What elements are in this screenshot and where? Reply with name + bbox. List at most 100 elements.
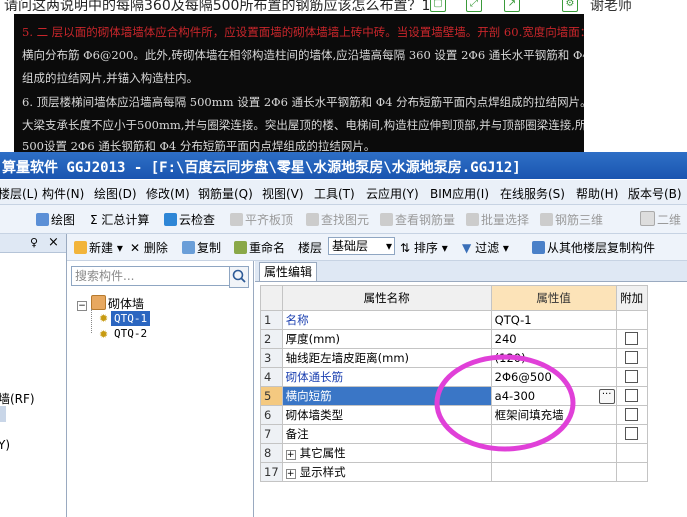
doc-line: 大梁支承长度不应小于500mm,并与圈梁连接。突出屋顶的楼、电梯间,构造柱应伸到…: [22, 118, 584, 132]
menu-version[interactable]: 版本号(B): [628, 185, 682, 202]
table-row[interactable]: 2 厚度(mm) 240: [260, 329, 648, 349]
extra-cell: [615, 443, 648, 463]
extra-checkbox[interactable]: [624, 427, 638, 440]
settings-icon[interactable]: ⚙: [562, 0, 578, 12]
close-icon[interactable]: ×: [48, 235, 59, 250]
component-tree-panel: 搜索构件... − 砌体墙 QTQ-1 ✹ QTQ-2 ✹: [67, 261, 254, 517]
left-panel-item[interactable]: Y): [0, 438, 10, 452]
value-column-header: 属性值: [490, 285, 617, 311]
extra-checkbox[interactable]: [624, 370, 638, 383]
menu-bar: 楼层(L) 构件(N) 绘图(D) 修改(M) 钢筋量(Q) 视图(V) 工具(…: [0, 180, 687, 205]
property-name: 厚度(mm): [281, 329, 492, 349]
cloud-check-icon: [164, 213, 177, 226]
menu-modify[interactable]: 修改(M): [146, 185, 190, 202]
property-name: 名称: [281, 310, 492, 330]
window-title-bar[interactable]: 算量软件 GGJ2013 - [F:\百度云同步盘\零星\水源地泵房\水源地泵房…: [0, 152, 687, 179]
find-element-button[interactable]: 查找图元: [306, 211, 369, 228]
batch-select-icon: [466, 213, 479, 226]
name-column-header: 属性名称: [281, 285, 492, 311]
menu-draw[interactable]: 绘图(D): [94, 185, 137, 202]
extra-checkbox[interactable]: [624, 351, 638, 364]
wall-icon: [91, 295, 106, 310]
tree-item[interactable]: QTQ-2: [114, 327, 147, 340]
property-group[interactable]: + 显示样式: [281, 462, 492, 482]
delete-button[interactable]: ✕ 删除: [130, 239, 168, 256]
expand-icon[interactable]: +: [285, 469, 296, 479]
menu-online[interactable]: 在线服务(S): [500, 185, 565, 202]
extra-cell: [615, 386, 648, 406]
extra-column-header: 附加: [615, 285, 648, 311]
gear-icon: ✹: [99, 312, 109, 325]
left-panel-header: ♀ ×: [0, 234, 66, 253]
table-row-group[interactable]: 17 + 显示样式: [260, 462, 648, 482]
copy-from-floor-icon: [532, 241, 545, 254]
new-button[interactable]: 新建 ▾: [74, 239, 123, 256]
expand-icon[interactable]: +: [285, 450, 296, 460]
menu-bim[interactable]: BIM应用(I): [430, 185, 489, 202]
cloud-check-button[interactable]: 云检查: [164, 211, 215, 228]
rebar-3d-icon: [540, 213, 553, 226]
copy-from-floor-button[interactable]: 从其他楼层复制构件: [532, 239, 655, 256]
view-rebar-button[interactable]: 查看钢筋量: [380, 211, 455, 228]
menu-floor[interactable]: 楼层(L): [0, 185, 38, 202]
doc-line: 6. 顶层楼梯间墙体应沿墙高每隔 500mm 设置 2Φ6 通长水平钢筋和 Φ4…: [22, 95, 584, 109]
property-value[interactable]: QTQ-1: [490, 310, 617, 330]
extra-cell: [615, 310, 648, 330]
rebar-3d-button[interactable]: 钢筋三维: [540, 211, 603, 228]
extra-cell: [615, 405, 648, 425]
menu-rebar[interactable]: 钢筋量(Q): [198, 185, 253, 202]
left-panel-selection: [0, 406, 6, 422]
view-2d-dropdown[interactable]: 二维: [640, 211, 681, 228]
gear-icon: ✹: [99, 328, 109, 341]
table-row[interactable]: 1 名称 QTQ-1: [260, 310, 648, 330]
flat-board-icon: [230, 213, 243, 226]
menu-help[interactable]: 帮助(H): [576, 185, 618, 202]
batch-select-button[interactable]: 批量选择: [466, 211, 529, 228]
delete-icon: ✕: [130, 241, 141, 255]
tree-connector: [91, 309, 93, 333]
menu-cloud[interactable]: 云应用(Y): [366, 185, 419, 202]
new-icon: [74, 241, 87, 254]
doc-line: 组成的拉结网片,并锚入构造柱内。: [22, 71, 199, 85]
tree-root[interactable]: − 砌体墙: [77, 295, 144, 312]
extra-checkbox[interactable]: [624, 332, 638, 345]
sort-button[interactable]: ⇅ 排序 ▾: [400, 239, 448, 256]
share-icon[interactable]: ↗: [504, 0, 520, 12]
draw-button[interactable]: 绘图: [36, 211, 75, 228]
copy-button[interactable]: 复制: [182, 239, 221, 256]
question-text: 请问这两说明中的每隔360及每隔500所布置的钢筋应该怎么布置？1: [4, 0, 431, 14]
copy-icon[interactable]: ▢: [430, 0, 446, 12]
floor-select[interactable]: 基础层 ▾: [328, 237, 395, 255]
doc-line: 横向分布筋 Φ6@200。此外,砖砌体墙在相邻构造柱间的墙体,应沿墙高每隔 36…: [22, 48, 584, 62]
menu-view[interactable]: 视图(V): [262, 185, 304, 202]
floor-label: 楼层: [298, 241, 323, 255]
rename-button[interactable]: 重命名: [234, 239, 285, 256]
extra-checkbox[interactable]: [624, 389, 638, 402]
search-button[interactable]: [229, 266, 249, 288]
main-toolbar: 绘图 Σ 汇总计算 云检查 平齐板顶 查找图元 查看钢筋量 批量选择 钢筋三维 …: [0, 205, 687, 234]
ellipsis-button[interactable]: ···: [598, 388, 615, 404]
tree-item-selected[interactable]: QTQ-1: [111, 311, 151, 326]
question-bar: 请问这两说明中的每隔360及每隔500所布置的钢筋应该怎么布置？1 ▢ ⤢ ↗ …: [0, 0, 687, 14]
left-docked-panel: ♀ × 墙(RF) Y): [0, 234, 67, 517]
find-icon: [306, 213, 319, 226]
search-input[interactable]: 搜索构件...: [71, 266, 232, 286]
collapse-icon[interactable]: −: [77, 301, 87, 311]
view-2d-icon: [640, 211, 655, 226]
tab-property-edit[interactable]: 属性编辑: [259, 262, 318, 281]
filter-icon: ▼: [462, 241, 472, 255]
sort-icon: ⇅: [400, 241, 411, 255]
view-rebar-icon: [380, 213, 393, 226]
left-panel-item[interactable]: 墙(RF): [0, 390, 66, 406]
extra-checkbox[interactable]: [624, 408, 638, 421]
menu-component[interactable]: 构件(N): [42, 185, 84, 202]
table-header-row: 属性名称 属性值 附加: [260, 285, 648, 311]
menu-tools[interactable]: 工具(T): [314, 185, 355, 202]
summary-calc-button[interactable]: Σ 汇总计算: [90, 211, 149, 228]
filter-button[interactable]: ▼ 过滤 ▾: [462, 239, 509, 256]
property-value[interactable]: 240: [490, 329, 617, 349]
document-image: 5. 二 层以面的砌体墙墙体应合构件所，应设置面墙的砌体墙墙上砖中砖。当设置墙壁…: [14, 14, 584, 152]
expand-icon[interactable]: ⤢: [466, 0, 482, 12]
flat-board-button[interactable]: 平齐板顶: [230, 211, 293, 228]
pin-icon[interactable]: ♀: [30, 236, 38, 249]
